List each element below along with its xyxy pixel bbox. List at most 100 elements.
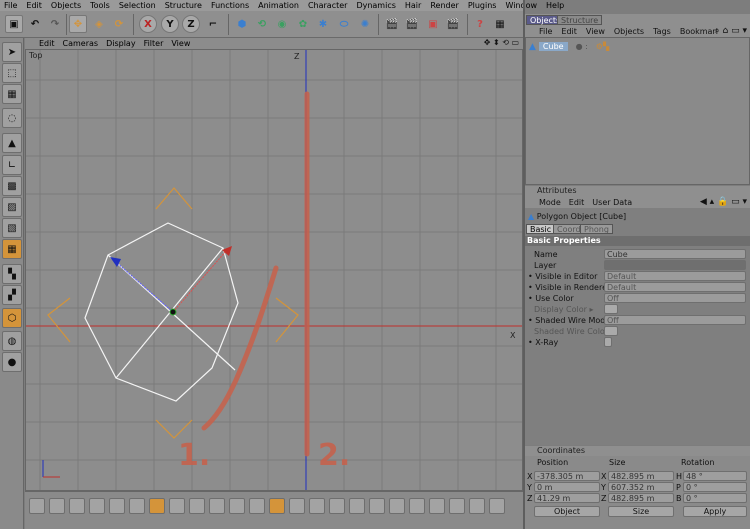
rot-h-input[interactable]: 48 ° [683, 471, 747, 481]
tool-icon[interactable] [489, 498, 505, 514]
tool-icon[interactable] [249, 498, 265, 514]
menu-structure[interactable]: Structure [165, 1, 202, 10]
live-select-icon[interactable]: ⬚ [2, 63, 22, 83]
pointer-tool-icon[interactable]: ➤ [2, 42, 22, 62]
obj-menu-file[interactable]: File [539, 27, 552, 36]
tool-icon[interactable] [169, 498, 185, 514]
redo-icon[interactable]: ↷ [46, 15, 64, 33]
scene-icon[interactable]: ⬭ [335, 15, 353, 33]
uv-mode-icon[interactable]: ▧ [2, 218, 22, 238]
workplane-icon[interactable]: ◌ [2, 108, 22, 128]
display-color-swatch[interactable] [604, 304, 618, 314]
object-origin[interactable] [169, 308, 177, 316]
tool-icon[interactable] [389, 498, 405, 514]
cube-primitive-icon[interactable]: ⬢ [233, 15, 251, 33]
menu-selection[interactable]: Selection [119, 1, 156, 10]
menu-dynamics[interactable]: Dynamics [356, 1, 395, 10]
tool-icon[interactable] [409, 498, 425, 514]
attr-menu-userdata[interactable]: User Data [592, 198, 632, 207]
pos-z-input[interactable]: 41.29 m [534, 493, 600, 503]
checker-icon[interactable]: ▚ [2, 264, 22, 284]
render-picture-icon[interactable]: 🎬 [403, 15, 421, 33]
menu-animation[interactable]: Animation [258, 1, 299, 10]
size-mode-dropdown[interactable]: Size [608, 506, 674, 517]
viewport-nav-icons[interactable]: ✥ ⬍ ⟲ ▭ [484, 38, 519, 47]
shaded-wire-mode-dropdown[interactable]: Off [604, 315, 746, 325]
edges-mode-icon[interactable]: ▩ [2, 176, 22, 196]
undo-icon[interactable]: ↶ [26, 15, 44, 33]
texture-icon[interactable]: ▦ [2, 84, 22, 104]
apply-button[interactable]: Apply [683, 506, 747, 517]
save-icon[interactable]: ▣ [5, 15, 23, 33]
x-axis-lock-button[interactable]: X [139, 15, 157, 33]
tool-icon[interactable] [109, 498, 125, 514]
vp-menu-filter[interactable]: Filter [144, 39, 164, 48]
coordinate-system-icon[interactable]: ⌐ [204, 15, 222, 33]
points-mode-icon[interactable]: ∟ [2, 155, 22, 175]
object-name[interactable]: Cube [538, 42, 568, 51]
tool-icon[interactable] [229, 498, 245, 514]
menu-file[interactable]: File [4, 1, 17, 10]
tab-basic[interactable]: Basic [526, 224, 556, 234]
tool-icon[interactable] [329, 498, 345, 514]
tool-icon[interactable] [269, 498, 285, 514]
render-settings-icon[interactable]: ▣ [424, 15, 442, 33]
list-item[interactable]: ▲ Cube ● : ⚙▚ [529, 41, 609, 52]
model-mode-icon[interactable]: ▦ [2, 239, 22, 259]
obj-nav-icons[interactable]: ⌕ ⌂ ▭ ▾ [715, 26, 747, 36]
menu-window[interactable]: Window [505, 1, 537, 10]
menu-edit[interactable]: Edit [26, 1, 42, 10]
polygon-tool-icon[interactable]: ▲ [2, 133, 22, 153]
obj-menu-view[interactable]: View [586, 27, 605, 36]
obj-menu-bookmarks[interactable]: Bookmarl [680, 27, 718, 36]
tool-icon[interactable] [189, 498, 205, 514]
tool-icon[interactable] [149, 498, 165, 514]
tool-icon[interactable] [449, 498, 465, 514]
obj-menu-objects[interactable]: Objects [614, 27, 644, 36]
menu-plugins[interactable]: Plugins [468, 1, 497, 10]
tool-icon[interactable] [69, 498, 85, 514]
tool-icon[interactable] [469, 498, 485, 514]
visible-editor-dropdown[interactable]: Default [604, 271, 746, 281]
rot-p-input[interactable]: 0 ° [683, 482, 747, 492]
coord-mode-dropdown[interactable]: Object [534, 506, 600, 517]
subdivision-icon[interactable]: ◉ [273, 15, 291, 33]
tool-icon[interactable] [89, 498, 105, 514]
move-icon[interactable]: ✥ [69, 15, 87, 33]
polygons-mode-icon[interactable]: ▨ [2, 197, 22, 217]
z-axis-lock-button[interactable]: Z [182, 15, 200, 33]
render-queue-icon[interactable]: 🎬 [444, 15, 462, 33]
size-y-input[interactable]: 607.352 m [608, 482, 674, 492]
size-x-input[interactable]: 482.895 m [608, 471, 674, 481]
vp-menu-edit[interactable]: Edit [39, 39, 55, 48]
rotate-icon[interactable]: ⟳ [110, 15, 128, 33]
menu-render[interactable]: Render [430, 1, 458, 10]
menu-character[interactable]: Character [308, 1, 348, 10]
layer-field[interactable] [604, 260, 746, 270]
menu-tools[interactable]: Tools [90, 1, 110, 10]
tool-icon[interactable] [49, 498, 65, 514]
obj-menu-tags[interactable]: Tags [653, 27, 671, 36]
tab-structure[interactable]: Structure [557, 15, 603, 25]
attr-menu-mode[interactable]: Mode [539, 198, 561, 207]
render-view-icon[interactable]: 🎬 [383, 15, 401, 33]
use-color-dropdown[interactable]: Off [604, 293, 746, 303]
menu-functions[interactable]: Functions [211, 1, 249, 10]
rot-b-input[interactable]: 0 ° [683, 493, 747, 503]
layout-icon[interactable]: ▦ [491, 15, 509, 33]
deformer-icon[interactable]: ✱ [314, 15, 332, 33]
tool-icon[interactable] [349, 498, 365, 514]
help-icon[interactable]: ? [471, 15, 489, 33]
size-z-input[interactable]: 482.895 m [608, 493, 674, 503]
tool-icon[interactable] [309, 498, 325, 514]
y-axis-lock-button[interactable]: Y [161, 15, 179, 33]
vp-menu-cameras[interactable]: Cameras [63, 39, 99, 48]
pos-x-input[interactable]: -378.305 m [534, 471, 600, 481]
tab-phong[interactable]: Phong [580, 224, 613, 234]
attr-nav-icons[interactable]: ◀ ▴ 🔒 ▭ ▾ [700, 197, 747, 207]
pos-y-input[interactable]: 0 m [534, 482, 600, 492]
nurbs-icon[interactable]: ⟲ [253, 15, 271, 33]
material-icon[interactable]: ● [2, 352, 22, 372]
top-viewport[interactable]: Top Z X 1. 2. [25, 49, 523, 491]
phong-tag-icon[interactable]: ⚙▚ [596, 42, 609, 51]
